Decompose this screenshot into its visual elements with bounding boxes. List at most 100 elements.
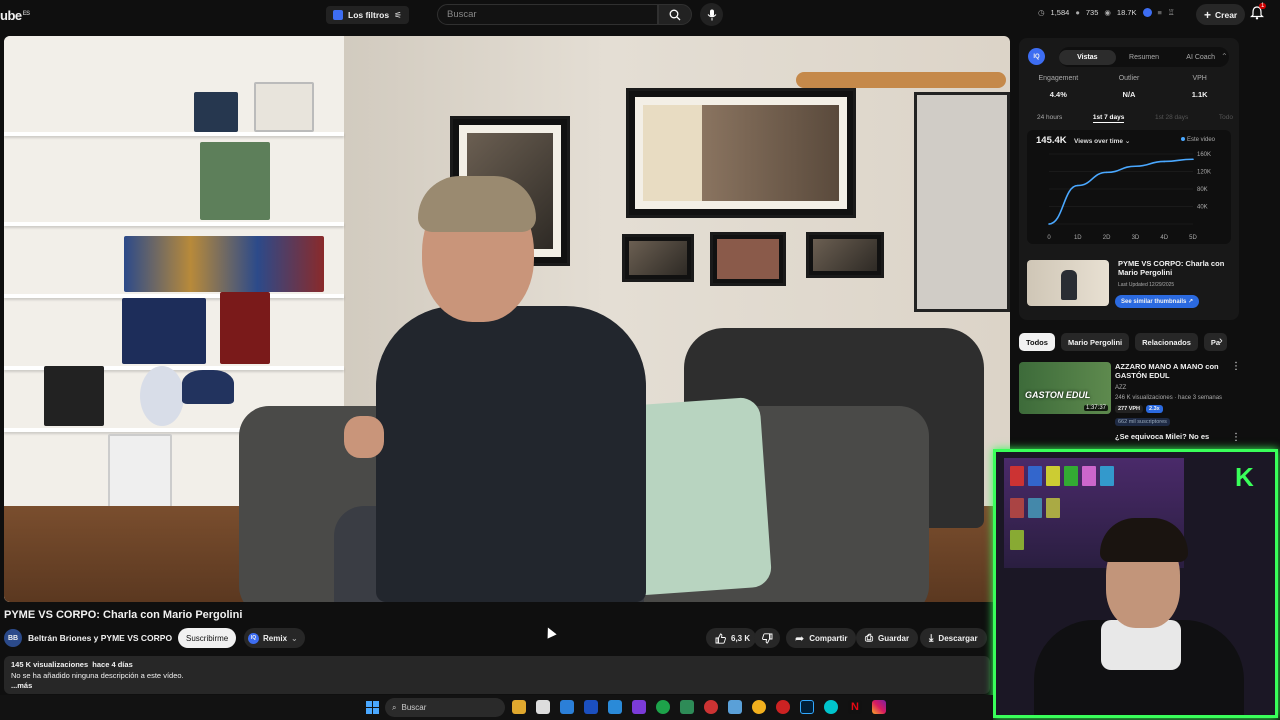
data-point — [1105, 171, 1108, 174]
taskbar-search[interactable]: ⌕ Buscar — [385, 698, 505, 717]
app-icon[interactable] — [656, 700, 670, 714]
top-bar: ubeES Los filtros ⚟ Buscar ◷ 1,584 ● 735 ◉… — [0, 0, 1280, 30]
microphone-icon — [707, 9, 716, 20]
calendar-icon[interactable] — [536, 700, 550, 714]
chevron-down-icon: ⌄ — [291, 633, 298, 643]
subscribe-button[interactable]: Suscribirme — [178, 628, 237, 648]
person-hair — [418, 176, 536, 232]
chip-todos[interactable]: Todos — [1019, 333, 1055, 351]
trophy-icon[interactable]: ♖ — [1168, 8, 1175, 17]
video-title: PYME VS CORPO: Charla con Mario Pergolin… — [4, 609, 243, 621]
notifications-button[interactable]: 1 — [1250, 3, 1267, 22]
channel-name[interactable]: Beltrán Briones y PYME VS CORPO — [28, 633, 172, 643]
extension-icon — [333, 10, 343, 20]
cam-object — [1010, 530, 1024, 550]
panel-tabs: Vistas Resumen AI Coach — [1059, 47, 1229, 67]
app-icon[interactable] — [704, 700, 718, 714]
x-tick-label: 4D — [1160, 235, 1168, 241]
extension-stats[interactable]: ◷ 1,584 ● 735 ◉ 18.7K ≡ ♖ — [1038, 8, 1175, 17]
download-button[interactable]: ⤓ Descargar — [920, 628, 987, 648]
cam-object — [1082, 466, 1096, 486]
collapse-icon[interactable]: ⌃ — [1221, 52, 1228, 61]
search-input[interactable]: Buscar — [437, 4, 658, 25]
shelf-object — [254, 82, 314, 132]
streamer-logo: K — [1235, 462, 1254, 492]
chip-mario-pergolini[interactable]: Mario Pergolini — [1060, 333, 1130, 351]
like-button[interactable]: 6,3 K — [706, 628, 757, 648]
notification-count-badge: 1 — [1259, 3, 1267, 9]
description-box[interactable]: 145 K visualizaciones hace 4 días No se … — [4, 656, 990, 694]
search-button[interactable] — [658, 4, 692, 25]
y-tick-label: 160K — [1197, 152, 1211, 158]
recommended-badges: 277 VPH 2.3x — [1115, 405, 1163, 413]
windows-start-icon[interactable] — [366, 701, 379, 714]
see-similar-thumbnails-button[interactable]: See similar thumbnails ↗ — [1115, 295, 1200, 308]
more-options-icon[interactable]: ⋮ — [1231, 432, 1241, 443]
app-icon[interactable] — [608, 700, 622, 714]
period-24h[interactable]: 24 hours — [1037, 114, 1062, 123]
save-button[interactable]: ⎙ Guardar — [856, 628, 919, 648]
eye-icon: ◉ — [1104, 8, 1111, 17]
create-button[interactable]: + Crear — [1196, 4, 1246, 25]
data-point — [1134, 165, 1137, 168]
show-more-link[interactable]: ...más — [11, 681, 983, 692]
recommended-video[interactable]: GASTON EDUL 1:37:37 AZZARO MANO A MANO c… — [1019, 361, 1241, 431]
subscribers-badge: 662 mil suscriptores — [1115, 418, 1170, 426]
thumbnail-card: PYME VS CORPO: Charla con Mario Pergolin… — [1027, 258, 1231, 310]
filters-button[interactable]: Los filtros ⚟ — [326, 6, 409, 24]
canva-icon[interactable] — [824, 700, 838, 714]
share-button[interactable]: ➦ Compartir — [786, 628, 857, 648]
store-icon[interactable] — [560, 700, 574, 714]
iq-logo-icon: IQ — [1028, 48, 1045, 65]
photoshop-icon[interactable] — [800, 700, 814, 714]
data-point — [1192, 158, 1194, 161]
x-tick-label: 5D — [1189, 235, 1197, 241]
chart-metric-dropdown[interactable]: Views over time ⌄ — [1074, 137, 1130, 145]
metric-outlier: Outlier N/A — [1118, 75, 1140, 99]
app-icon[interactable] — [728, 700, 742, 714]
recommended-channel[interactable]: AZZ — [1115, 385, 1126, 391]
analytics-panel: IQ Vistas Resumen AI Coach ⌃ Engagement 4… — [1019, 38, 1239, 320]
period-all[interactable]: Todo — [1219, 114, 1233, 123]
file-explorer-icon[interactable] — [512, 700, 526, 714]
v-app-icon[interactable] — [584, 700, 598, 714]
chevron-right-icon[interactable]: › — [1219, 335, 1223, 347]
chip-relacionados[interactable]: Relacionados — [1135, 333, 1198, 351]
wall-frame — [806, 232, 884, 278]
dislike-button[interactable] — [754, 628, 780, 648]
webcam-overlay: K — [993, 449, 1278, 718]
voice-search-button[interactable] — [700, 3, 723, 26]
menu-icon[interactable]: ≡ — [1158, 8, 1162, 17]
metric-vph: VPH 1.1K — [1191, 75, 1208, 99]
youtube-logo[interactable]: ubeES — [0, 8, 30, 23]
wall-frame — [914, 92, 1010, 312]
iq-extension-icon[interactable] — [1142, 8, 1152, 17]
period-28d[interactable]: 1st 28 days — [1155, 114, 1188, 123]
video-player[interactable] — [4, 36, 1010, 602]
data-point — [1077, 184, 1079, 187]
cam-object — [1046, 466, 1060, 486]
tab-vistas[interactable]: Vistas — [1059, 49, 1116, 65]
iq-icon: IQ — [248, 632, 259, 644]
netflix-icon[interactable]: N — [848, 700, 862, 714]
shelf-object — [124, 236, 324, 292]
windows-taskbar: ⌕ Buscar N — [0, 695, 993, 720]
recommended-title[interactable]: AZZARO MANO A MANO con GASTÓN EDUL — [1115, 362, 1230, 380]
instagram-icon[interactable] — [872, 700, 886, 714]
duration-badge: 1:37:37 — [1083, 405, 1108, 411]
chip-partial[interactable]: Pa — [1203, 333, 1228, 351]
twitch-icon[interactable] — [632, 700, 646, 714]
remix-button[interactable]: IQ Remix ⌄ — [244, 628, 305, 648]
period-7d[interactable]: 1st 7 days — [1092, 114, 1125, 123]
recommended-thumbnail[interactable]: GASTON EDUL 1:37:37 — [1019, 362, 1111, 414]
clock-icon: ◷ — [1038, 8, 1045, 17]
wall-frame — [710, 232, 786, 286]
record-icon[interactable] — [776, 700, 790, 714]
tab-resumen[interactable]: Resumen — [1116, 54, 1173, 61]
chrome-icon[interactable] — [752, 700, 766, 714]
channel-avatar[interactable]: BB — [4, 629, 22, 647]
recommended-title[interactable]: ¿Se equivoca Milei? No es — [1115, 432, 1209, 441]
excel-icon[interactable] — [680, 700, 694, 714]
video-thumbnail[interactable] — [1027, 260, 1109, 306]
more-options-icon[interactable]: ⋮ — [1231, 361, 1241, 372]
